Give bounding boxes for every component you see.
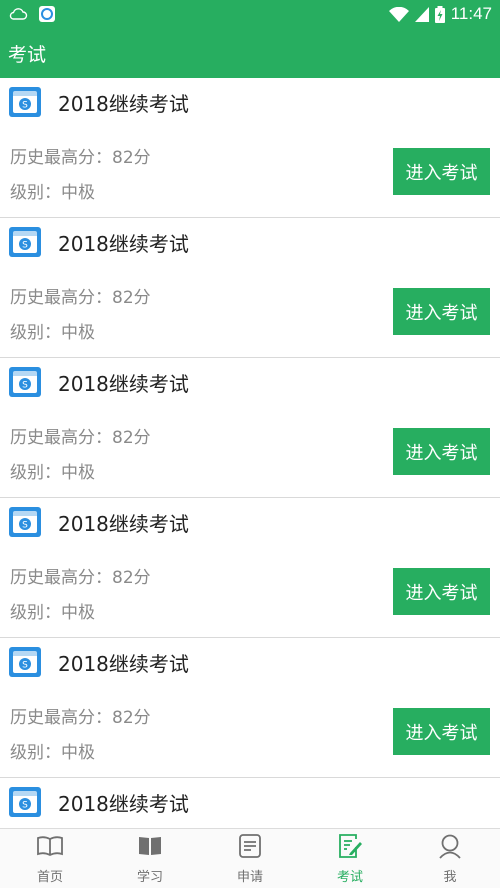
user-icon: [436, 833, 464, 863]
exam-badge-icon: S: [8, 786, 42, 818]
exam-title-row: S 2018继续考试: [8, 786, 189, 818]
exam-title-row: S 2018继续考试: [8, 506, 189, 538]
enter-exam-button[interactable]: 进入考试: [393, 568, 490, 615]
svg-text:S: S: [22, 801, 28, 811]
tab-label: 申请: [236, 869, 263, 885]
exam-level: 级别：中极: [10, 743, 95, 763]
exam-card: S 2018继续考试 历史最高分：82分 级别：中极 进入考试: [0, 358, 500, 498]
exam-level: 级别：中极: [10, 183, 95, 203]
exam-highest-score: 历史最高分：82分: [10, 428, 151, 448]
exam-title-row: S 2018继续考试: [8, 226, 189, 258]
exam-title-row: S 2018继续考试: [8, 366, 189, 398]
svg-text:S: S: [22, 521, 28, 531]
cloud-icon: [8, 7, 28, 21]
signal-icon: [414, 6, 429, 22]
exam-card: S 2018继续考试 历史最高分：82分 级别：中极 进入考试: [0, 638, 500, 778]
edit-document-icon: [336, 833, 364, 863]
tab-label: 学习: [136, 869, 163, 885]
tab-exam[interactable]: 考试: [300, 829, 400, 888]
exam-title: 2018继续考试: [58, 791, 189, 816]
open-book-icon: [36, 833, 64, 863]
exam-list[interactable]: S 2018继续考试 历史最高分：82分 级别：中极 进入考试 S 2018继续…: [0, 78, 500, 828]
tab-label: 首页: [36, 869, 63, 885]
exam-title-row: S 2018继续考试: [8, 86, 189, 118]
exam-title: 2018继续考试: [58, 511, 189, 536]
exam-badge-icon: S: [8, 506, 42, 538]
tab-me[interactable]: 我: [400, 829, 500, 888]
book-icon: [136, 833, 164, 863]
svg-text:S: S: [22, 101, 28, 111]
document-icon: [236, 833, 264, 863]
tab-home[interactable]: 首页: [0, 829, 100, 888]
enter-exam-button[interactable]: 进入考试: [393, 708, 490, 755]
exam-title: 2018继续考试: [58, 91, 189, 116]
enter-exam-button[interactable]: 进入考试: [393, 148, 490, 195]
exam-title-row: S 2018继续考试: [8, 646, 189, 678]
exam-highest-score: 历史最高分：82分: [10, 708, 151, 728]
tab-apply[interactable]: 申请: [200, 829, 300, 888]
tab-label: 我: [443, 869, 457, 885]
exam-level: 级别：中极: [10, 603, 95, 623]
exam-card: S 2018继续考试 历史最高分：82分 级别：中极 进入考试: [0, 218, 500, 358]
page-title: 考试: [8, 43, 47, 66]
svg-text:S: S: [22, 241, 28, 251]
exam-highest-score: 历史最高分：82分: [10, 568, 151, 588]
exam-badge-icon: S: [8, 646, 42, 678]
battery-charging-icon: [434, 5, 445, 23]
exam-title: 2018继续考试: [58, 231, 189, 256]
exam-level: 级别：中极: [10, 463, 95, 483]
exam-badge-icon: S: [8, 366, 42, 398]
exam-title: 2018继续考试: [58, 371, 189, 396]
app-notification-icon: [38, 5, 56, 23]
exam-card: S 2018继续考试 历史最高分：82分 级别：中极 进入考试: [0, 78, 500, 218]
svg-text:S: S: [22, 381, 28, 391]
status-time: 11:47: [450, 4, 492, 23]
exam-badge-icon: S: [8, 226, 42, 258]
exam-card: S 2018继续考试: [0, 778, 500, 828]
enter-exam-button[interactable]: 进入考试: [393, 288, 490, 335]
exam-card: S 2018继续考试 历史最高分：82分 级别：中极 进入考试: [0, 498, 500, 638]
exam-title: 2018继续考试: [58, 651, 189, 676]
exam-level: 级别：中极: [10, 323, 95, 343]
svg-text:S: S: [22, 661, 28, 671]
exam-highest-score: 历史最高分：82分: [10, 148, 151, 168]
wifi-icon: [388, 6, 409, 22]
enter-exam-button[interactable]: 进入考试: [393, 428, 490, 475]
status-bar: 11:47: [0, 0, 500, 28]
tab-study[interactable]: 学习: [100, 829, 200, 888]
exam-highest-score: 历史最高分：82分: [10, 288, 151, 308]
tab-label: 考试: [336, 869, 363, 885]
bottom-tab-bar: 首页 学习 申请 考试 我: [0, 828, 500, 888]
exam-badge-icon: S: [8, 86, 42, 118]
app-bar: 考试: [0, 28, 500, 78]
